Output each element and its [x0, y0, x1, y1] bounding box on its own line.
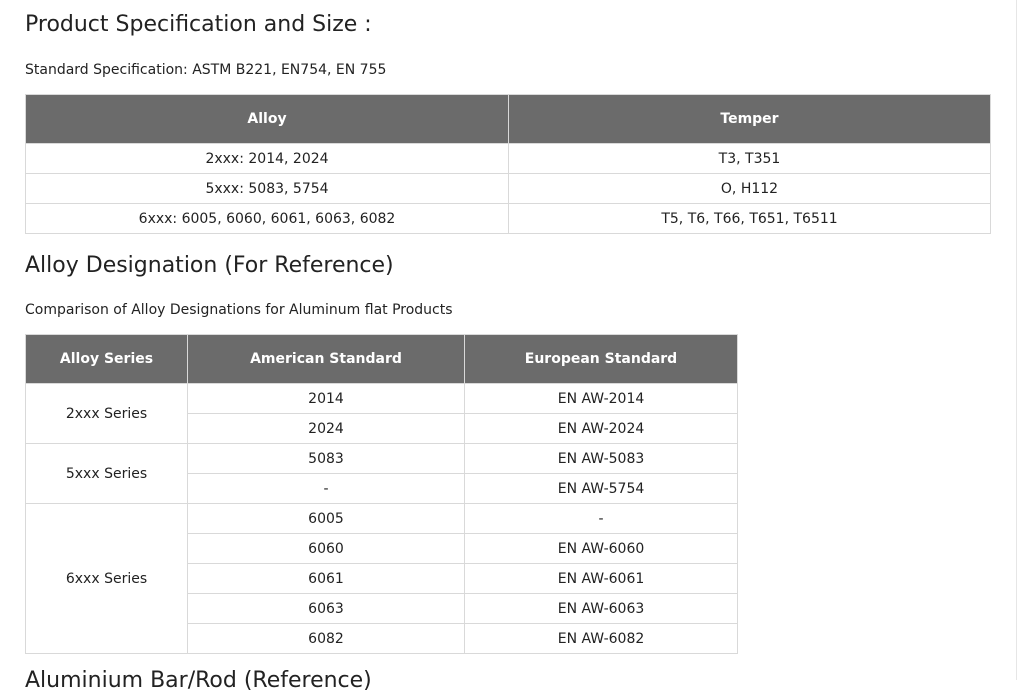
series-cell: 5xxx Series	[25, 443, 188, 504]
standard-spec-note: Standard Specification: ASTM B221, EN754…	[25, 62, 387, 78]
table-row: 2xxx: 2014, 2024 T3, T351	[25, 143, 991, 174]
designation-table-header-row: Alloy Series American Standard European …	[25, 334, 738, 384]
spec-cell-alloy: 6xxx: 6005, 6060, 6061, 6063, 6082	[25, 203, 509, 234]
spec-cell-temper: T3, T351	[508, 143, 991, 174]
section-title-spec: Product Specification and Size :	[25, 12, 372, 37]
designation-note: Comparison of Alloy Designations for Alu…	[25, 302, 453, 318]
spec-table: Alloy Temper 2xxx: 2014, 2024 T3, T351 5…	[25, 94, 991, 234]
american-cell: 6063	[187, 593, 465, 624]
section-title-next-partial: Aluminium Bar/Rod (Reference)	[25, 668, 372, 693]
designation-header-american: American Standard	[187, 334, 465, 384]
section-title-designation: Alloy Designation (For Reference)	[25, 253, 394, 278]
european-cell: EN AW-2014	[464, 383, 738, 414]
page-right-border	[1016, 0, 1017, 680]
american-cell: 5083	[187, 443, 465, 474]
american-cell: 6005	[187, 503, 465, 534]
european-cell: EN AW-6061	[464, 563, 738, 594]
table-row: 2xxx Series 2014 EN AW-2014	[25, 383, 738, 444]
designation-table: Alloy Series American Standard European …	[25, 334, 738, 654]
spec-table-header-row: Alloy Temper	[25, 94, 991, 144]
spec-cell-alloy: 5xxx: 5083, 5754	[25, 173, 509, 204]
european-cell: EN AW-6060	[464, 533, 738, 564]
american-cell: -	[187, 473, 465, 504]
spec-cell-temper: O, H112	[508, 173, 991, 204]
table-row: 6xxx Series 6005 -	[25, 503, 738, 654]
spec-header-alloy: Alloy	[25, 94, 509, 144]
table-row: 5xxx Series 5083 EN AW-5083	[25, 443, 738, 504]
spec-header-temper: Temper	[508, 94, 991, 144]
spec-cell-alloy: 2xxx: 2014, 2024	[25, 143, 509, 174]
american-cell: 6060	[187, 533, 465, 564]
table-row: 6xxx: 6005, 6060, 6061, 6063, 6082 T5, T…	[25, 203, 991, 234]
european-cell: EN AW-5083	[464, 443, 738, 474]
european-cell: EN AW-2024	[464, 413, 738, 444]
american-cell: 2014	[187, 383, 465, 414]
american-cell: 2024	[187, 413, 465, 444]
series-cell: 2xxx Series	[25, 383, 188, 444]
american-cell: 6061	[187, 563, 465, 594]
designation-header-series: Alloy Series	[25, 334, 188, 384]
designation-header-european: European Standard	[464, 334, 738, 384]
european-cell: EN AW-6063	[464, 593, 738, 624]
european-cell: -	[464, 503, 738, 534]
series-cell: 6xxx Series	[25, 503, 188, 654]
european-cell: EN AW-5754	[464, 473, 738, 504]
table-row: 5xxx: 5083, 5754 O, H112	[25, 173, 991, 204]
european-cell: EN AW-6082	[464, 623, 738, 654]
spec-cell-temper: T5, T6, T66, T651, T6511	[508, 203, 991, 234]
american-cell: 6082	[187, 623, 465, 654]
